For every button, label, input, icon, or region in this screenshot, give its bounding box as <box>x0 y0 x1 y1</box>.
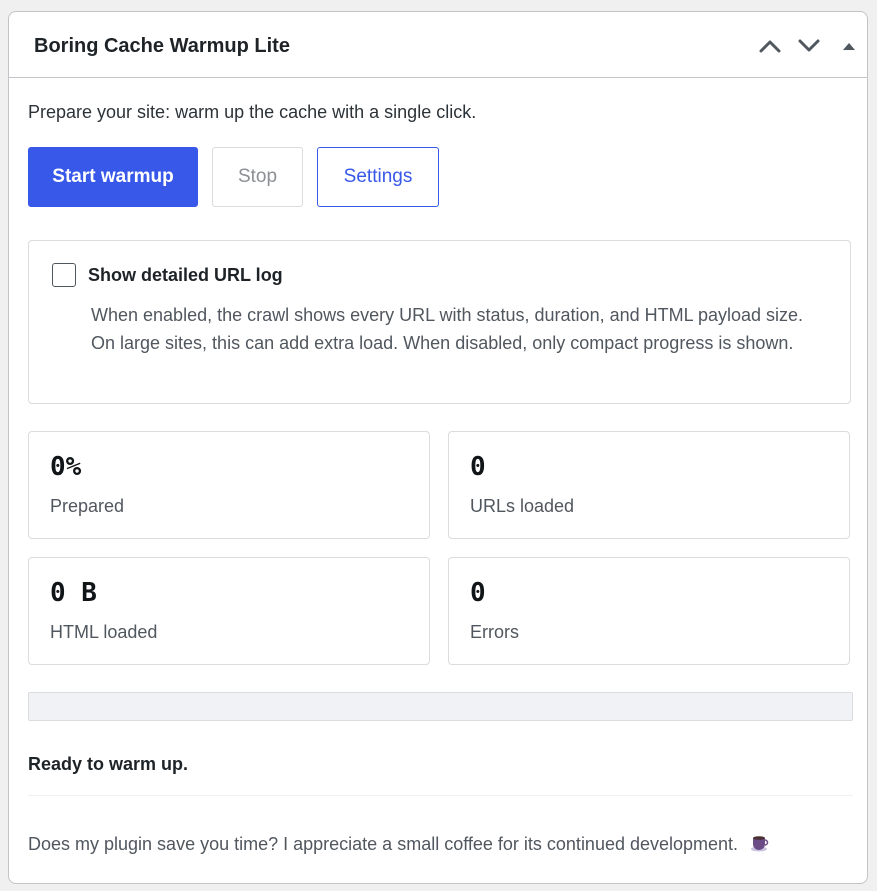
url-log-description: When enabled, the crawl shows every URL … <box>91 305 804 353</box>
widget-header: Boring Cache Warmup Lite <box>9 12 867 78</box>
stat-card-errors: 0 Errors <box>448 557 850 665</box>
move-down-button[interactable] <box>796 34 822 58</box>
settings-button[interactable]: Settings <box>317 147 439 207</box>
stat-card-html-loaded: 0 B HTML loaded <box>28 557 430 665</box>
stat-value: 0 B <box>50 578 97 608</box>
stat-value: 0 <box>470 578 486 608</box>
footer-note: Does my plugin save you time? I apprecia… <box>28 833 769 855</box>
stat-card-urls-loaded: 0 URLs loaded <box>448 431 850 539</box>
stat-label: Errors <box>470 622 519 642</box>
progress-bar <box>28 692 853 721</box>
coffee-icon[interactable] <box>749 833 769 853</box>
url-log-label[interactable]: Show detailed URL log <box>88 265 283 286</box>
start-warmup-button[interactable]: Start warmup <box>28 147 198 207</box>
footer-text: Does my plugin save you time? I apprecia… <box>28 834 739 854</box>
url-log-checkbox[interactable] <box>52 263 76 287</box>
stat-card-prepared: 0% Prepared <box>28 431 430 539</box>
chevron-up-icon <box>759 40 781 53</box>
stop-button[interactable]: Stop <box>212 147 303 207</box>
stat-value: 0 <box>470 452 486 482</box>
stat-value: 0% <box>50 452 82 482</box>
stat-label: URLs loaded <box>470 496 575 516</box>
stat-label: HTML loaded <box>50 622 158 642</box>
move-up-button[interactable] <box>757 34 783 58</box>
status-text: Ready to warm up. <box>28 754 189 774</box>
widget-title: Boring Cache Warmup Lite <box>34 35 290 57</box>
toggle-panel-button[interactable] <box>836 34 862 58</box>
footer-divider <box>28 795 853 796</box>
url-log-option: Show detailed URL log When enabled, the … <box>28 240 851 404</box>
caret-up-icon <box>843 43 855 50</box>
stat-label: Prepared <box>50 496 125 516</box>
warmup-widget: Boring Cache Warmup Lite Prepare your si… <box>8 11 868 884</box>
chevron-down-icon <box>798 39 820 52</box>
intro-text: Prepare your site: warm up the cache wit… <box>28 102 477 122</box>
